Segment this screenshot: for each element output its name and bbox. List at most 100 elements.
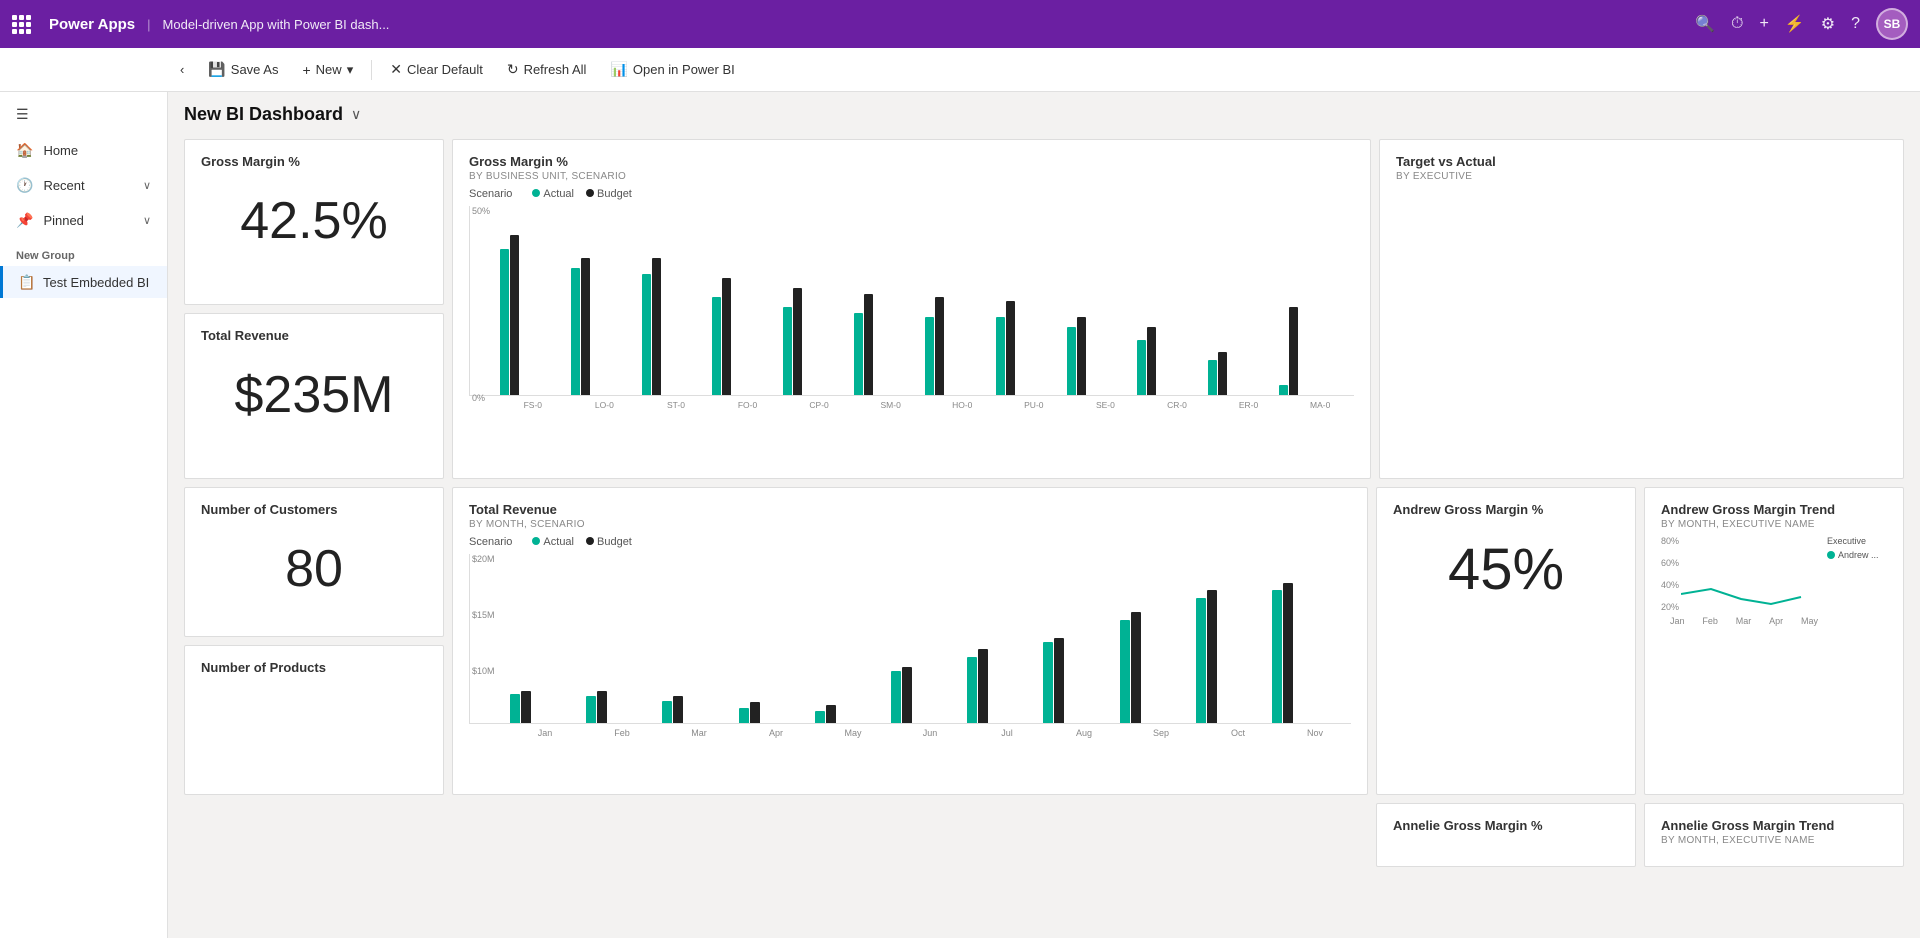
save-as-label: Save As: [231, 62, 279, 77]
total-revenue-title: Total Revenue: [201, 328, 427, 343]
num-products-card: Number of Products: [184, 645, 444, 795]
revenue-scenario-label: Scenario: [469, 536, 512, 548]
andrew-trend-subtitle: BY MONTH, EXECUTIVE NAME: [1661, 519, 1887, 530]
sidebar-item-label: Test Embedded BI: [43, 275, 149, 290]
legend-actual: Actual: [543, 188, 574, 200]
andrew-trend-title: Andrew Gross Margin Trend: [1661, 502, 1887, 517]
app-name: Power Apps: [49, 16, 135, 33]
revenue-budget-dot: [586, 537, 594, 545]
spacer-mid: [452, 803, 1368, 843]
y-0-label: 0%: [472, 393, 485, 403]
y-80-label: 80%: [1661, 536, 1827, 546]
breadcrumb-sep: |: [147, 17, 150, 32]
avatar[interactable]: SB: [1876, 8, 1908, 40]
gross-margin-chart-subtitle: BY BUSINESS UNIT, SCENARIO: [469, 171, 1354, 182]
new-icon: +: [302, 62, 310, 78]
refresh-all-button[interactable]: ↻ Refresh All: [497, 56, 597, 83]
revenue-chart-legend: Scenario Actual Budget: [469, 536, 1351, 548]
total-revenue-chart-subtitle: BY MONTH, SCENARIO: [469, 519, 1351, 530]
total-revenue-chart-card: Total Revenue BY MONTH, SCENARIO Scenari…: [452, 487, 1368, 795]
andrew-line-chart: [1681, 569, 1904, 639]
refresh-all-icon: ↻: [507, 61, 519, 78]
gross-margin-bar-chart: 50% 0% FS-0LO-0ST-0FO-0CP-0SM-0HO-0PU-0S…: [469, 206, 1354, 426]
andrew-legend-dot: [1827, 551, 1835, 559]
andrew-gross-margin-title: Andrew Gross Margin %: [1393, 502, 1619, 517]
home-icon: 🏠: [16, 142, 33, 159]
y-60-label: 60%: [1661, 558, 1827, 568]
annelie-gross-margin-title: Annelie Gross Margin %: [1393, 818, 1619, 833]
recent-chevron: ∨: [143, 179, 151, 192]
top-nav: Power Apps | Model-driven App with Power…: [0, 0, 1920, 48]
spacer-left: [184, 803, 444, 843]
dashboard-row-2: Number of Customers 80 Number of Product…: [184, 487, 1904, 795]
total-revenue-chart-title: Total Revenue: [469, 502, 1351, 517]
revenue-actual-dot: [532, 537, 540, 545]
waffle-icon[interactable]: [12, 15, 31, 34]
annelie-trend-card: Annelie Gross Margin Trend BY MONTH, EXE…: [1644, 803, 1904, 867]
open-in-power-bi-button[interactable]: 📊 Open in Power BI: [600, 56, 744, 83]
sidebar-collapse-button[interactable]: ☰: [0, 96, 167, 133]
y-15m-label: $15M: [472, 610, 495, 620]
filter-icon[interactable]: ⚡: [1785, 14, 1805, 34]
breadcrumb-title: Model-driven App with Power BI dash...: [163, 17, 390, 32]
top-nav-right: 🔍 ⏱ + ⚡ ⚙ ? SB: [1695, 8, 1908, 40]
pinned-label: Pinned: [43, 213, 83, 228]
dashboard-row-1: Gross Margin % 42.5% Total Revenue $235M…: [184, 139, 1904, 479]
sidebar-item-test-embedded[interactable]: 📋 Test Embedded BI: [0, 266, 167, 298]
power-bi-icon: 📊: [610, 61, 627, 78]
page-title: New BI Dashboard: [184, 104, 343, 125]
back-button[interactable]: ‹: [170, 57, 194, 82]
budget-dot: [586, 189, 594, 197]
revenue-legend-actual: Actual: [543, 536, 574, 548]
hamburger-icon: ☰: [16, 106, 29, 123]
scenario-label: Scenario: [469, 188, 512, 200]
settings-icon[interactable]: ⚙: [1821, 14, 1835, 34]
total-revenue-card: Total Revenue $235M: [184, 313, 444, 479]
sidebar-item-pinned[interactable]: 📌 Pinned ∨: [0, 203, 167, 238]
gross-margin-chart-card: Gross Margin % BY BUSINESS UNIT, SCENARI…: [452, 139, 1371, 479]
sidebar-item-home[interactable]: 🏠 Home: [0, 133, 167, 168]
pinned-chevron: ∨: [143, 214, 151, 227]
target-vs-actual-subtitle: BY EXECUTIVE: [1396, 171, 1887, 182]
sidebar-item-recent[interactable]: 🕐 Recent ∨: [0, 168, 167, 203]
andrew-gross-margin-value: 45%: [1393, 519, 1619, 619]
annelie-trend-subtitle: BY MONTH, EXECUTIVE NAME: [1661, 835, 1887, 846]
sidebar: ☰ 🏠 Home 🕐 Recent ∨ 📌 Pinned ∨ New Group…: [0, 92, 168, 938]
num-customers-card: Number of Customers 80: [184, 487, 444, 637]
refresh-all-label: Refresh All: [524, 62, 587, 77]
gross-margin-legend: Scenario Actual Budget: [469, 188, 1354, 200]
main-layout: ☰ 🏠 Home 🕐 Recent ∨ 📌 Pinned ∨ New Group…: [0, 92, 1920, 938]
gross-margin-pct-card: Gross Margin % 42.5%: [184, 139, 444, 305]
new-label: New: [316, 62, 342, 77]
gross-margin-pct-title: Gross Margin %: [201, 154, 427, 169]
clear-default-button[interactable]: ✕ Clear Default: [380, 56, 493, 83]
num-customers-title: Number of Customers: [201, 502, 427, 517]
refresh-icon[interactable]: ⏱: [1731, 15, 1743, 33]
total-revenue-value: $235M: [201, 345, 427, 445]
num-products-title: Number of Products: [201, 660, 427, 675]
clear-default-label: Clear Default: [407, 62, 483, 77]
revenue-legend-budget: Budget: [597, 536, 632, 548]
recent-icon: 🕐: [16, 177, 33, 194]
y-50-label: 50%: [472, 206, 490, 216]
new-button[interactable]: + New ▾: [292, 57, 363, 83]
y-10m-label: $10M: [472, 666, 495, 676]
andrew-gross-margin-card: Andrew Gross Margin % 45%: [1376, 487, 1636, 795]
save-as-button[interactable]: 💾 Save As: [198, 56, 288, 83]
andrew-trend-card: Andrew Gross Margin Trend BY MONTH, EXEC…: [1644, 487, 1904, 795]
andrew-legend-label: Andrew ...: [1838, 550, 1879, 560]
gross-margin-pct-value: 42.5%: [201, 171, 427, 271]
page-title-chevron[interactable]: ∨: [351, 106, 361, 123]
add-icon[interactable]: +: [1759, 15, 1768, 33]
y-20m-label: $20M: [472, 554, 495, 564]
home-label: Home: [43, 143, 78, 158]
target-vs-actual-title: Target vs Actual: [1396, 154, 1887, 169]
actual-dot: [532, 189, 540, 197]
search-icon[interactable]: 🔍: [1695, 14, 1715, 34]
save-icon: 💾: [208, 61, 225, 78]
content-area: New BI Dashboard ∨ Gross Margin % 42.5% …: [168, 92, 1920, 938]
sidebar-group-label: New Group: [0, 238, 167, 266]
help-icon[interactable]: ?: [1851, 15, 1860, 33]
toolbar-separator: [371, 60, 372, 80]
new-chevron: ▾: [347, 62, 354, 78]
